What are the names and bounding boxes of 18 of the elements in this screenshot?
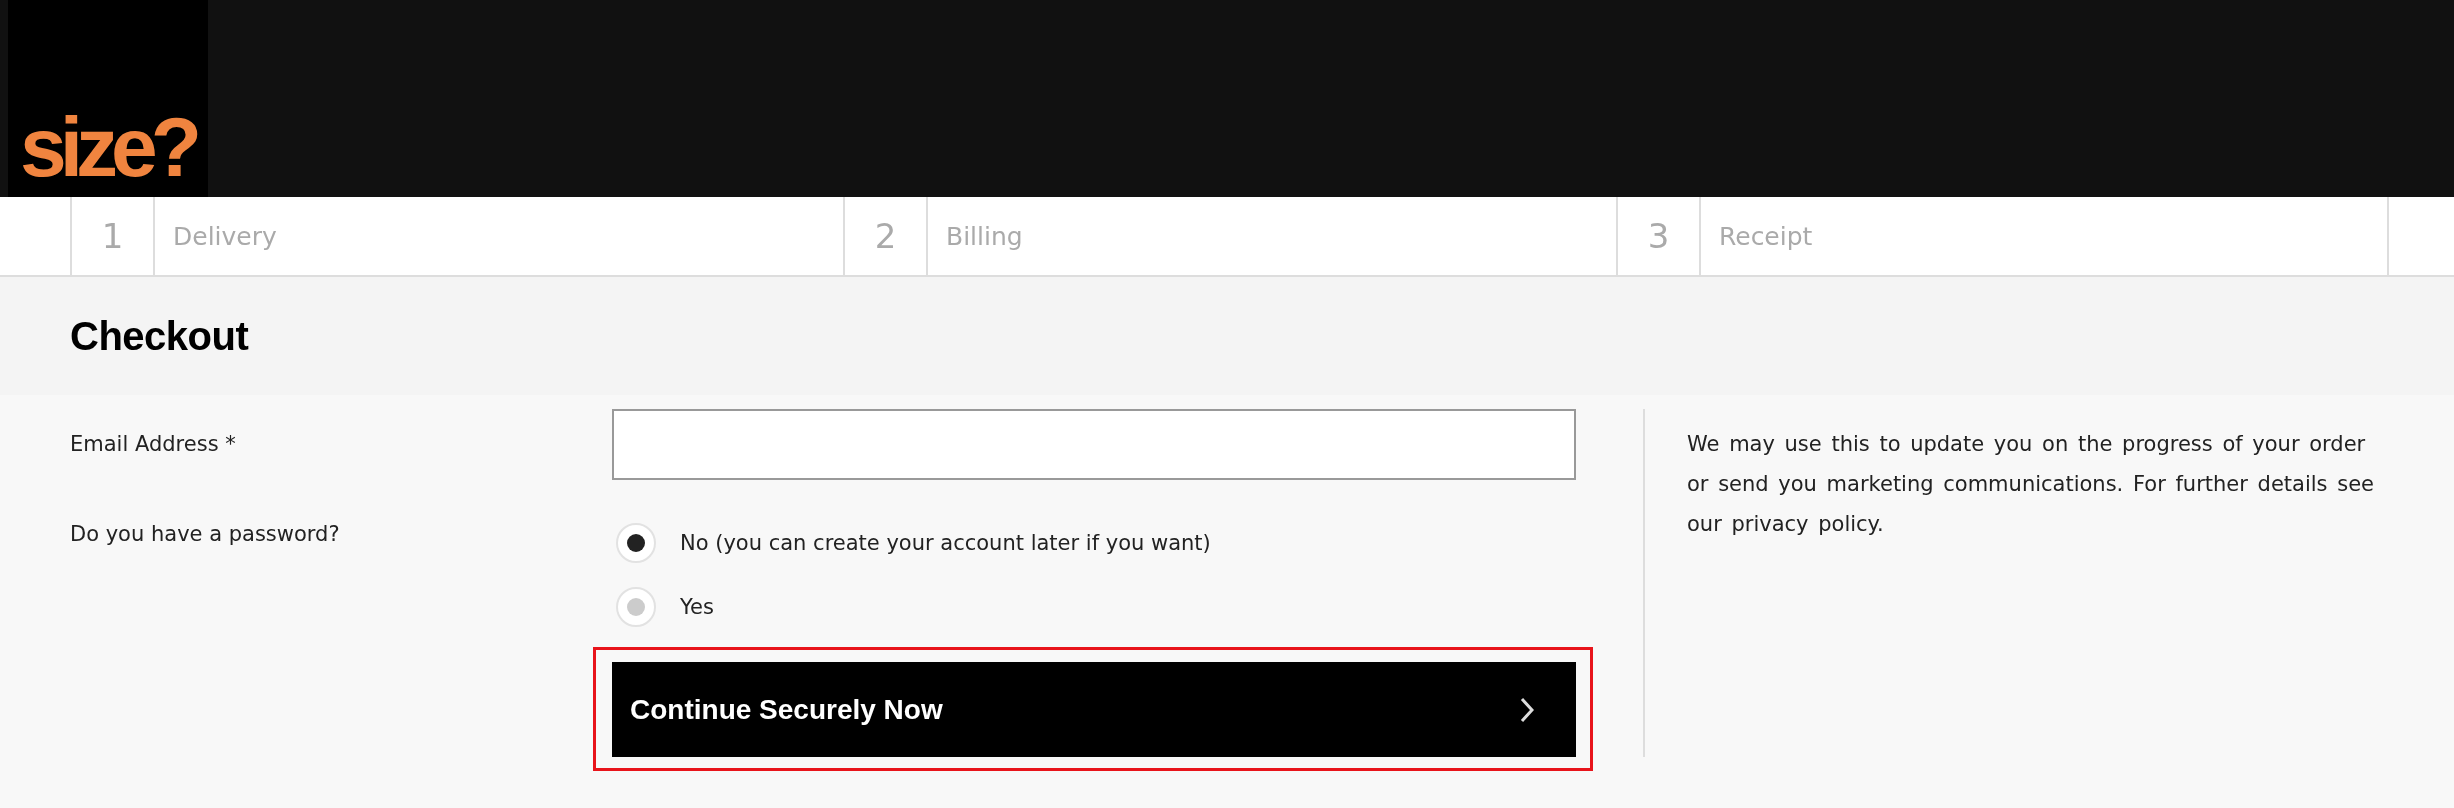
step-label: Billing	[926, 197, 1616, 275]
logo[interactable]: size?	[8, 0, 208, 197]
radio-button[interactable]	[616, 587, 656, 627]
step-number: 2	[843, 197, 926, 275]
email-input[interactable]	[612, 409, 1576, 480]
step-number: 1	[70, 197, 153, 275]
step-number: 3	[1616, 197, 1699, 275]
step-label: Delivery	[153, 197, 843, 275]
field-label: Do you have a password?	[70, 522, 341, 547]
step-label: Receipt	[1699, 197, 2387, 275]
continue-button[interactable]: Continue Securely Now	[612, 662, 1576, 757]
chevron-right-icon	[1520, 696, 1534, 723]
page-title: Checkout	[70, 313, 249, 359]
radio-label[interactable]: Yes	[680, 595, 714, 619]
info-text: We may use this to update you on the progress of your order or send you marketing communications. For further details see our privacy policy.	[1687, 431, 2375, 538]
radio-label[interactable]: No (you can create your account later if you want)	[680, 531, 1211, 555]
radio-button[interactable]	[616, 523, 656, 563]
field-label: Email Address *	[70, 432, 237, 457]
